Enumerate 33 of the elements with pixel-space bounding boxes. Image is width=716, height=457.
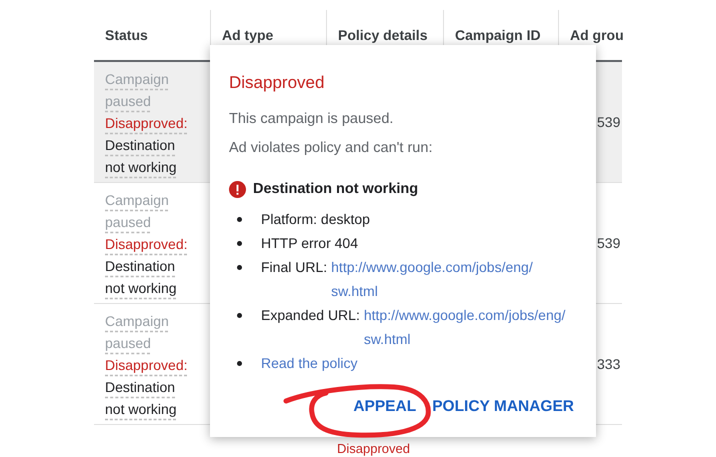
popup-title: Disapproved	[229, 72, 326, 94]
policy-link[interactable]: Read the policy	[261, 350, 358, 375]
column-header[interactable]: Policy details	[338, 24, 428, 46]
bullet-icon	[237, 264, 242, 270]
issue-title: Destination not working	[253, 180, 418, 199]
approval-status[interactable]: Disapproved:	[105, 236, 188, 252]
detail-text: Platform: desktop	[261, 210, 370, 229]
error-icon	[229, 181, 246, 198]
detail-text: Final URL:	[261, 258, 328, 277]
status-text: Disapproved	[337, 442, 411, 456]
bullet-icon	[237, 360, 242, 366]
policy-manager-button[interactable]: POLICY MANAGER	[430, 396, 576, 417]
approval-status[interactable]: Disapproved:	[105, 115, 188, 131]
column-header[interactable]: Campaign ID	[455, 24, 541, 46]
detail-text: Expanded URL:	[261, 306, 360, 325]
disapproval-reason[interactable]: Destination not working	[105, 255, 185, 299]
appeal-button[interactable]: APPEAL	[351, 396, 418, 417]
column-header[interactable]: Status	[105, 24, 148, 46]
popup-text: This campaign is paused.	[229, 110, 394, 129]
bullet-icon	[237, 312, 242, 318]
column-header[interactable]: Ad type	[222, 24, 274, 46]
detail-text: HTTP error 404	[261, 234, 358, 253]
bullet-icon	[237, 240, 242, 246]
disapproval-reason[interactable]: Destination not working	[105, 376, 185, 420]
popup-text: Ad violates policy and can't run:	[229, 139, 434, 158]
bullet-icon	[237, 216, 242, 222]
table-cell-text: 539	[597, 234, 620, 252]
table-cell-text: 333	[597, 354, 620, 374]
table-cell-text: 539	[597, 112, 620, 132]
approval-status[interactable]: Disapproved:	[105, 357, 188, 373]
disapproval-reason[interactable]: Destination not working	[105, 134, 185, 178]
url-link[interactable]: http://www.google.com/jobs/eng/sw.html	[364, 302, 578, 351]
column-header[interactable]: Ad grou	[570, 24, 624, 46]
